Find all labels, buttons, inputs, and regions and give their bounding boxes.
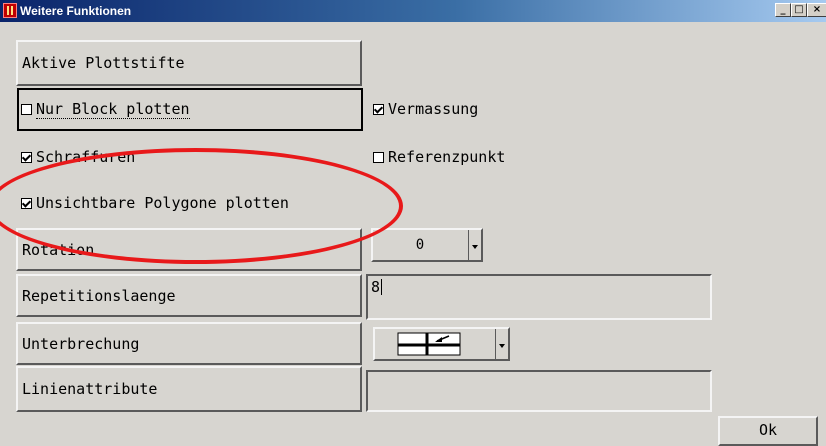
checkbox-box[interactable]	[21, 104, 32, 115]
schraffuren-label: Schraffuren	[36, 148, 136, 166]
unterbrechung-button[interactable]: Unterbrechung	[16, 322, 362, 365]
checkbox-box[interactable]	[373, 103, 384, 115]
text-caret	[381, 279, 383, 295]
maximize-button[interactable]: □	[791, 3, 807, 17]
linienattribute-button[interactable]: Linienattribute	[16, 366, 362, 412]
unsichtbare-polygone-checkbox[interactable]: Unsichtbare Polygone plotten	[21, 194, 289, 212]
rotation-value: 0	[415, 237, 425, 253]
app-icon	[3, 3, 17, 18]
unterbrechung-dropdown[interactable]	[373, 327, 510, 361]
window-title: Weitere Funktionen	[20, 4, 132, 18]
minimize-button[interactable]: _	[775, 3, 791, 17]
nur-block-plotten-label: Nur Block plotten	[36, 100, 190, 119]
rotation-button[interactable]: Rotation	[16, 228, 362, 271]
aktive-plottstifte-button[interactable]: Aktive Plottstifte	[16, 40, 362, 86]
checkbox-box[interactable]	[21, 197, 32, 209]
referenzpunkt-checkbox[interactable]: Referenzpunkt	[373, 148, 505, 166]
checkbox-box[interactable]	[21, 151, 32, 163]
chevron-down-icon[interactable]	[495, 329, 508, 359]
line-break-icon	[397, 332, 461, 356]
unsichtbare-polygone-label: Unsichtbare Polygone plotten	[36, 194, 289, 212]
schraffuren-checkbox[interactable]: Schraffuren	[21, 148, 135, 166]
vermassung-checkbox[interactable]: Vermassung	[373, 100, 478, 118]
vermassung-label: Vermassung	[388, 100, 479, 118]
referenzpunkt-label: Referenzpunkt	[388, 148, 506, 166]
close-button[interactable]: ×	[807, 3, 826, 17]
chevron-down-icon[interactable]	[468, 230, 481, 260]
repetitionslaenge-value: 8	[371, 278, 381, 296]
ok-button[interactable]: Ok	[718, 416, 818, 446]
checkbox-box[interactable]	[373, 151, 384, 163]
title-bar: Weitere Funktionen _ □ ×	[0, 0, 826, 22]
repetitionslaenge-button[interactable]: Repetitionslaenge	[16, 274, 362, 317]
repetitionslaenge-input[interactable]: 8	[366, 274, 712, 320]
nur-block-plotten-checkbox[interactable]: Nur Block plotten	[21, 100, 190, 119]
rotation-dropdown[interactable]: 0	[371, 228, 483, 262]
linienattribute-input[interactable]	[366, 370, 712, 412]
